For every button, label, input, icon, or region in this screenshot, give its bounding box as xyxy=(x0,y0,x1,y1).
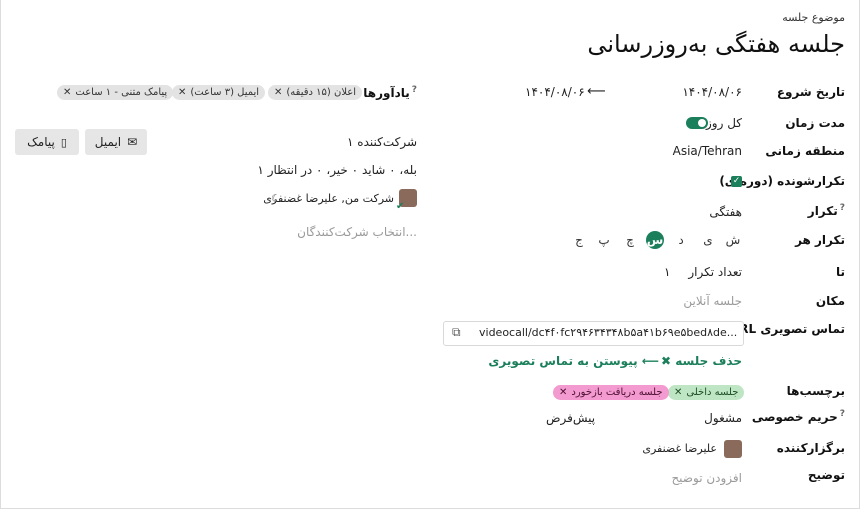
until-label: تا xyxy=(835,265,845,279)
help-icon: ? xyxy=(411,85,417,95)
close-icon: ✖ xyxy=(661,354,676,368)
start-date-label: تاریخ شروع xyxy=(776,85,845,99)
repeat-on-label: تکرار هر xyxy=(795,233,845,247)
recurrent-checkbox[interactable]: ✓ xyxy=(731,176,742,187)
moon-icon: ☾ xyxy=(271,192,281,205)
accepted-check-icon: ✔ xyxy=(396,201,405,212)
videocall-url: videocall/dc۴f۰fc۲۹۴۶۳۴۳۴۸b۵a۴۱b۶۹e۵bed۸… xyxy=(479,326,737,339)
tags-label: برچسب‌ها xyxy=(786,384,845,398)
avatar xyxy=(724,440,742,458)
description-label: توضیح xyxy=(807,468,845,482)
end-date-input[interactable]: ۱۴۰۴/۰۸/۰۶ xyxy=(525,85,585,99)
help-icon: ? xyxy=(839,203,845,213)
day-toggle-sun[interactable]: ی xyxy=(699,231,717,249)
envelope-icon: ✉ xyxy=(127,135,138,149)
join-video-button[interactable]: پیوستن به تماس تصویری ⟵ xyxy=(488,354,659,368)
email-button[interactable]: ✉ ایمیل xyxy=(85,129,147,155)
show-as-select[interactable]: مشغول xyxy=(704,411,742,425)
meeting-title-input[interactable]: جلسه هفتگی به‌روزرسانی xyxy=(587,30,845,58)
reminders-label: یادآورها? xyxy=(363,85,417,100)
remove-tag-icon[interactable]: ✕ xyxy=(559,385,567,400)
privacy-label: حریم خصوصی? xyxy=(751,409,845,424)
remove-tag-icon[interactable]: ✕ xyxy=(178,85,186,100)
attendee-item[interactable]: شرکت من, علیرضا غضنفری xyxy=(263,192,394,205)
timezone-select[interactable]: Asia/Tehran xyxy=(673,144,742,158)
reminder-tag: پیامک متنی - ۱ ساعت ✕ xyxy=(57,85,174,100)
location-label: مکان xyxy=(815,294,845,308)
arrow-left-icon: ⟵ xyxy=(637,354,659,368)
start-date-input[interactable]: ۱۴۰۴/۰۸/۰۶ xyxy=(682,85,742,99)
attendee-count: ۱ شرکت‌کننده xyxy=(347,135,417,149)
tag-badge: جلسه داخلی ✕ xyxy=(668,385,745,400)
count-input[interactable]: ۱ xyxy=(664,265,670,279)
tag-badge: جلسه دریافت بازخورد ✕ xyxy=(553,385,669,400)
videocall-label: URL تماس تصویری xyxy=(729,322,845,336)
timezone-label: منطقه زمانی xyxy=(765,144,845,158)
reminder-tag: اعلان (۱۵ دقیقه) ✕ xyxy=(268,85,363,100)
privacy-select[interactable]: پیش‌فرض xyxy=(546,411,595,425)
delete-meeting-button[interactable]: ✖ حذف جلسه xyxy=(661,354,742,368)
day-toggle-mon[interactable]: د xyxy=(672,231,690,249)
attendee-summary: ۱ بله، ۰ شاید ۰ خیر، ۰ در انتظار xyxy=(257,163,417,177)
duration-label: مدت زمان xyxy=(785,116,845,130)
organizer-select[interactable]: علیرضا غضنفری xyxy=(642,442,717,455)
remove-tag-icon[interactable]: ✕ xyxy=(63,85,71,100)
day-toggle-thu[interactable]: پ xyxy=(595,231,613,249)
all-day-label: کل روز xyxy=(706,116,742,130)
day-toggle-sat[interactable]: ش xyxy=(724,231,742,249)
help-icon: ? xyxy=(839,409,845,419)
day-toggle-fri[interactable]: ج xyxy=(570,231,588,249)
copy-icon[interactable]: ⧉ xyxy=(452,325,461,340)
reminder-tag: ایمیل (۳ ساعت) ✕ xyxy=(172,85,266,100)
remove-tag-icon[interactable]: ✕ xyxy=(674,385,682,400)
mobile-icon: ▯ xyxy=(60,135,67,149)
sms-button[interactable]: ▯ پیامک xyxy=(15,129,79,155)
organizer-label: برگزارکننده xyxy=(776,441,845,455)
attendee-select-input[interactable]: انتخاب شرکت‌کنندگان... xyxy=(297,225,417,239)
meeting-form: موضوع جلسه جلسه هفتگی به‌روزرسانی تاریخ … xyxy=(0,0,860,509)
location-input[interactable]: جلسه آنلاین xyxy=(683,294,742,308)
all-day-toggle[interactable] xyxy=(686,117,708,129)
arrow-right-icon: ⟵ xyxy=(587,84,606,99)
day-toggle-tue[interactable]: س xyxy=(646,231,664,249)
description-input[interactable]: افزودن توضیح xyxy=(671,471,742,485)
repeat-label: تکرار? xyxy=(807,203,845,218)
day-toggle-wed[interactable]: چ xyxy=(621,231,639,249)
until-type-select[interactable]: تعداد تکرار xyxy=(688,265,742,279)
subject-label: موضوع جلسه xyxy=(782,11,845,24)
repeat-select[interactable]: هفتگی xyxy=(709,205,742,219)
remove-tag-icon[interactable]: ✕ xyxy=(274,85,282,100)
